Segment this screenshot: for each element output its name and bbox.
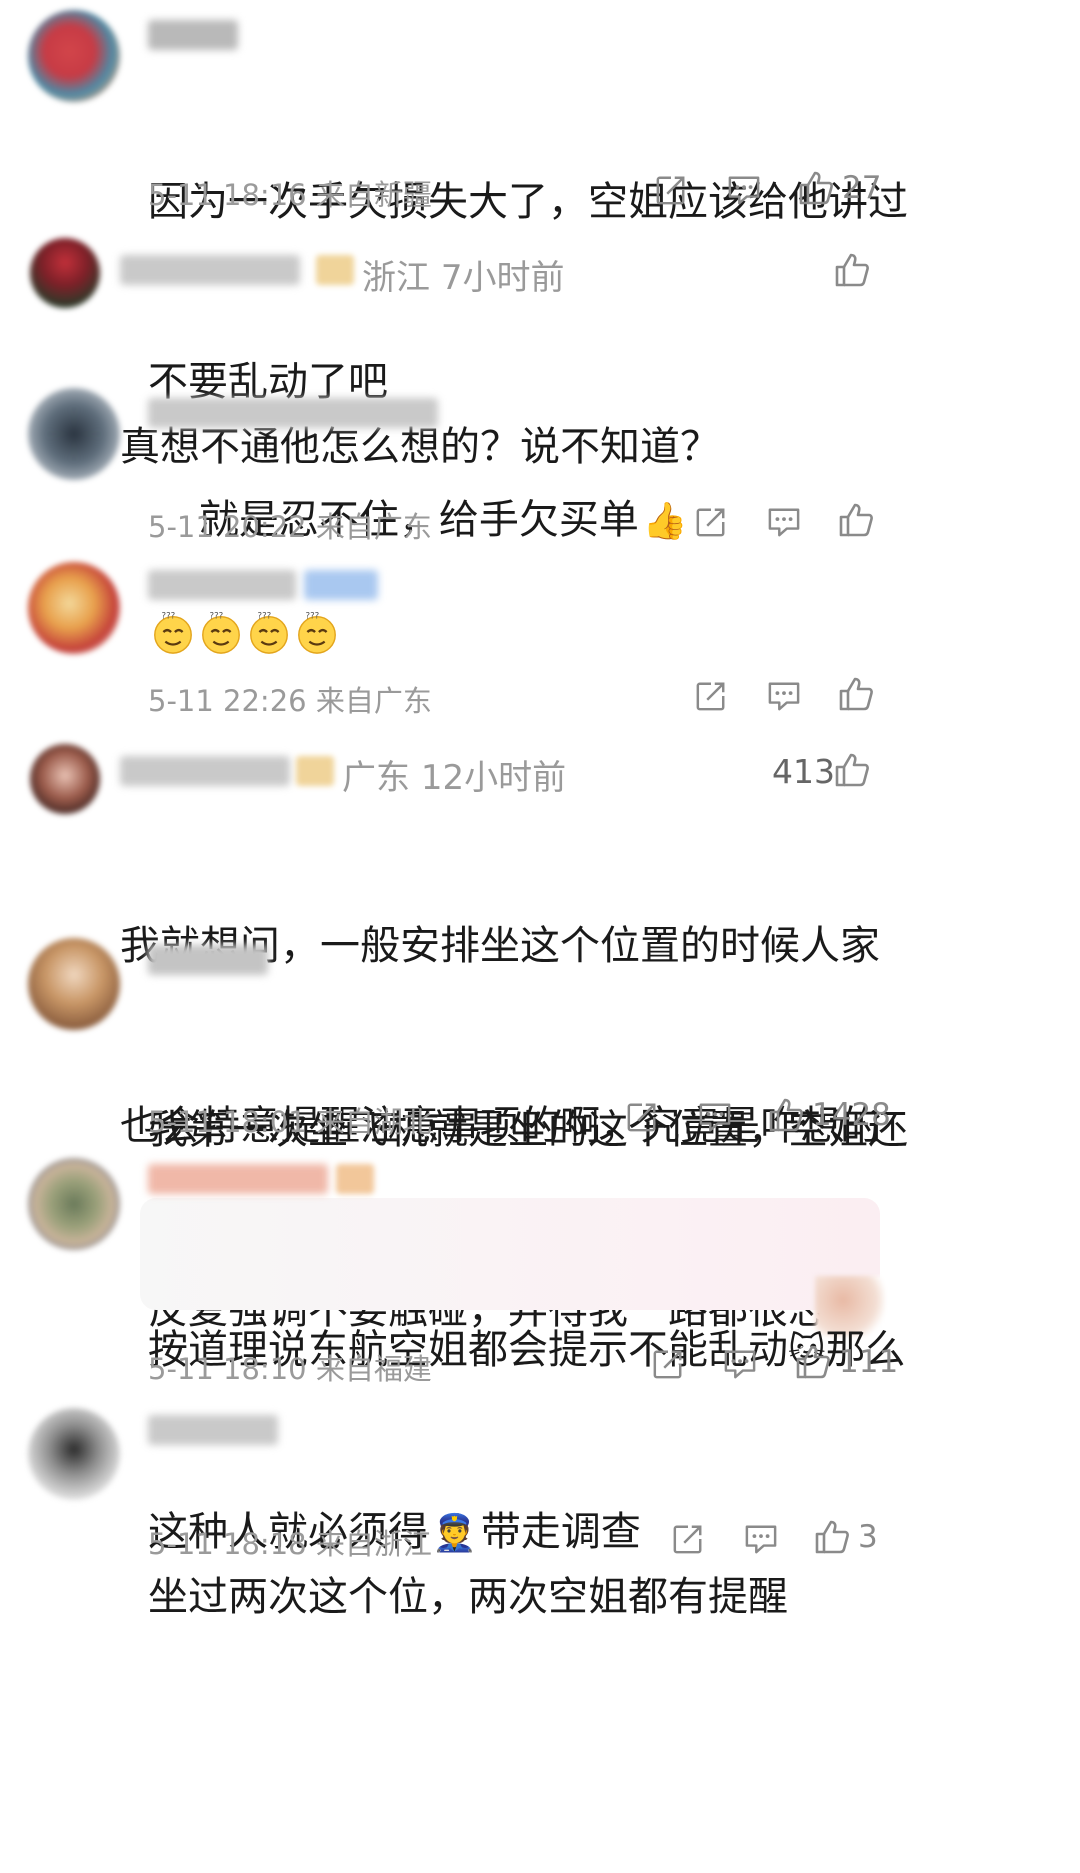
avatar[interactable] [28, 10, 120, 102]
reply-button[interactable] [744, 1523, 778, 1555]
comment-meta: 5-11 22:26 来自广东 [148, 678, 432, 720]
comment-location: 来自广东 [315, 510, 432, 544]
like-button[interactable] [834, 752, 870, 788]
share-icon [695, 506, 727, 538]
username[interactable] [148, 398, 438, 428]
like-count: 111 [839, 1344, 899, 1380]
thumbs-up-emoji: 👍 [642, 501, 688, 542]
avatar[interactable] [30, 238, 100, 308]
avatar[interactable] [28, 562, 120, 654]
thumbs-up-icon [795, 1344, 831, 1380]
vip-badge [316, 255, 354, 285]
like-button[interactable]: 1428 [768, 1097, 891, 1133]
like-count: 3 [858, 1519, 878, 1555]
user-tag [304, 570, 378, 600]
share-button[interactable] [672, 1523, 704, 1555]
vip-badge [336, 1164, 374, 1194]
share-icon [655, 174, 687, 206]
comment-icon [767, 506, 801, 538]
share-icon [626, 1101, 658, 1133]
reply-button[interactable] [723, 1348, 757, 1380]
comment-location: 来自湖北 [315, 1105, 432, 1139]
reply-button[interactable] [767, 506, 801, 538]
comment-icon [727, 174, 761, 206]
avatar[interactable] [28, 1158, 120, 1250]
share-button[interactable] [626, 1101, 658, 1133]
avatar[interactable] [30, 744, 100, 814]
dizzy-face-emoji [198, 610, 244, 656]
comment-time: 5-11 18:16 [148, 178, 307, 212]
thumbs-up-icon [834, 252, 870, 288]
share-icon [695, 680, 727, 712]
like-button[interactable]: 111 [795, 1344, 898, 1380]
like-count: 413 [772, 752, 835, 791]
comment-meta: 5-11 18:16 来自新疆 [148, 172, 432, 214]
comment-time: 5-11 20:22 [148, 510, 307, 544]
comment-icon [767, 680, 801, 712]
username[interactable] [148, 1415, 278, 1445]
thumbs-up-icon [834, 752, 870, 788]
like-button[interactable] [838, 676, 874, 712]
like-button[interactable]: 27 [798, 170, 881, 206]
username[interactable] [148, 20, 238, 50]
dizzy-face-emoji [150, 610, 196, 656]
thumbs-up-icon [838, 676, 874, 712]
vip-badge [296, 756, 334, 786]
share-icon [652, 1348, 684, 1380]
like-button[interactable] [838, 502, 874, 538]
dizzy-face-emoji [294, 610, 340, 656]
comment-meta: 5-11 18:18 来自浙江 [148, 1521, 432, 1563]
avatar[interactable] [28, 388, 120, 480]
like-count: 27 [842, 170, 882, 206]
thumbs-up-icon [798, 170, 834, 206]
comment-meta: 5-11 18:01 来自湖北 [148, 1099, 432, 1141]
reply-button[interactable] [767, 680, 801, 712]
like-button[interactable] [834, 252, 870, 288]
comment-location: 来自浙江 [315, 1527, 432, 1561]
username[interactable] [148, 570, 296, 600]
comment-time: 5-11 22:26 [148, 684, 307, 718]
comment-icon [698, 1101, 732, 1133]
comment-meta: 5-11 18:10 来自福建 [148, 1346, 432, 1388]
comment-icon [744, 1523, 778, 1555]
share-button[interactable] [652, 1348, 684, 1380]
share-button[interactable] [695, 680, 727, 712]
comment-icon [723, 1348, 757, 1380]
reply-button[interactable] [698, 1101, 732, 1133]
comment-location: 来自广东 [315, 684, 432, 718]
emoji-row [150, 610, 340, 656]
comment-location: 来自福建 [315, 1352, 432, 1386]
comment-time: 5-11 18:01 [148, 1105, 307, 1139]
username[interactable] [120, 756, 290, 786]
comment-location-time: 广东 12小时前 [342, 758, 567, 798]
comment-location: 来自新疆 [315, 178, 432, 212]
thumbs-up-icon [768, 1097, 804, 1133]
avatar[interactable] [28, 1408, 120, 1500]
username[interactable] [148, 1164, 328, 1194]
like-count: 1428 [812, 1097, 891, 1133]
username[interactable] [120, 255, 300, 285]
dizzy-face-emoji [246, 610, 292, 656]
reply-button[interactable] [727, 174, 761, 206]
thumbs-up-icon [838, 502, 874, 538]
like-button[interactable]: 3 [814, 1519, 878, 1555]
share-icon [672, 1523, 704, 1555]
avatar[interactable] [28, 938, 120, 1030]
comment-time: 5-11 18:10 [148, 1352, 307, 1386]
comment-text: 坐过两次这个位，两次空姐都有提醒 [148, 1574, 788, 1620]
comment-location-time: 浙江 7小时前 [362, 258, 565, 298]
username[interactable] [148, 945, 268, 975]
comment-time: 5-11 18:18 [148, 1527, 307, 1561]
share-button[interactable] [695, 506, 727, 538]
share-button[interactable] [655, 174, 687, 206]
comment-meta: 5-11 20:22 来自广东 [148, 504, 432, 546]
thumbs-up-icon [814, 1519, 850, 1555]
